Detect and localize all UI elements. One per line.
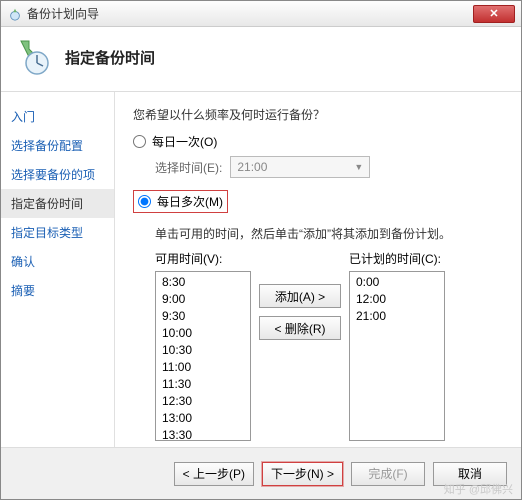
page-title: 指定备份时间 [65, 47, 155, 68]
sidebar-item-0[interactable]: 入门 [1, 102, 114, 131]
select-time-combo[interactable]: 21:00 ▼ [230, 156, 370, 178]
available-time-option[interactable]: 13:30 [160, 427, 246, 441]
chevron-down-icon: ▼ [354, 162, 363, 172]
radio-multi-row[interactable]: 每日多次(M) [133, 190, 228, 213]
available-time-option[interactable]: 13:00 [160, 410, 246, 426]
hint-text: 单击可用的时间，然后单击“添加”将其添加到备份计划。 [155, 225, 503, 242]
scheduled-label: 已计划的时间(C): [349, 250, 445, 267]
available-time-option[interactable]: 10:30 [160, 342, 246, 358]
window-title: 备份计划向导 [27, 5, 473, 22]
radio-multi[interactable] [138, 195, 151, 208]
select-time-label: 选择时间(E): [155, 159, 222, 176]
wizard-header: 指定备份时间 [1, 27, 521, 92]
sidebar-item-5[interactable]: 确认 [1, 247, 114, 276]
sidebar-item-3[interactable]: 指定备份时间 [1, 189, 114, 218]
available-listbox[interactable]: 8:309:009:3010:0010:3011:0011:3012:3013:… [155, 271, 251, 441]
scheduled-time-option[interactable]: 12:00 [354, 291, 440, 307]
app-icon [7, 6, 23, 22]
available-time-option[interactable]: 11:00 [160, 359, 246, 375]
select-time-row: 选择时间(E): 21:00 ▼ [155, 156, 503, 178]
scheduled-listbox[interactable]: 0:0012:0021:00 [349, 271, 445, 441]
radio-once[interactable] [133, 135, 146, 148]
next-button[interactable]: 下一步(N) > [262, 462, 343, 486]
sidebar-item-2[interactable]: 选择要备份的项 [1, 160, 114, 189]
available-time-option[interactable]: 11:30 [160, 376, 246, 392]
cancel-button[interactable]: 取消 [433, 462, 507, 486]
time-lists: 可用时间(V): 8:309:009:3010:0010:3011:0011:3… [155, 250, 503, 441]
wizard-footer: < 上一步(P) 下一步(N) > 完成(F) 取消 [1, 447, 521, 499]
prev-button[interactable]: < 上一步(P) [174, 462, 254, 486]
remove-button[interactable]: < 删除(R) [259, 316, 341, 340]
close-button[interactable]: ✕ [473, 5, 515, 23]
radio-once-row[interactable]: 每日一次(O) [133, 133, 503, 150]
wizard-window: 备份计划向导 ✕ 指定备份时间 入门选择备份配置选择要备份的项指定备份时间指定目… [0, 0, 522, 500]
sidebar: 入门选择备份配置选择要备份的项指定备份时间指定目标类型确认摘要 [1, 92, 115, 450]
main-panel: 您希望以什么频率及何时运行备份？ 每日一次(O) 选择时间(E): 21:00 … [115, 92, 521, 450]
finish-button[interactable]: 完成(F) [351, 462, 425, 486]
available-time-option[interactable]: 10:00 [160, 325, 246, 341]
add-button[interactable]: 添加(A) > [259, 284, 341, 308]
available-time-option[interactable]: 8:30 [160, 274, 246, 290]
available-time-option[interactable]: 12:30 [160, 393, 246, 409]
titlebar: 备份计划向导 ✕ [1, 1, 521, 27]
scheduled-time-option[interactable]: 21:00 [354, 308, 440, 324]
sidebar-item-1[interactable]: 选择备份配置 [1, 131, 114, 160]
available-time-option[interactable]: 9:30 [160, 308, 246, 324]
select-time-value: 21:00 [237, 160, 267, 174]
sidebar-item-4[interactable]: 指定目标类型 [1, 218, 114, 247]
radio-once-label: 每日一次(O) [152, 133, 217, 150]
schedule-icon [15, 37, 55, 77]
prompt-text: 您希望以什么频率及何时运行备份？ [133, 106, 503, 123]
available-time-option[interactable]: 9:00 [160, 291, 246, 307]
scheduled-time-option[interactable]: 0:00 [354, 274, 440, 290]
sidebar-item-6[interactable]: 摘要 [1, 276, 114, 305]
available-label: 可用时间(V): [155, 250, 251, 267]
radio-multi-label: 每日多次(M) [157, 193, 223, 210]
wizard-body: 入门选择备份配置选择要备份的项指定备份时间指定目标类型确认摘要 您希望以什么频率… [1, 92, 521, 450]
